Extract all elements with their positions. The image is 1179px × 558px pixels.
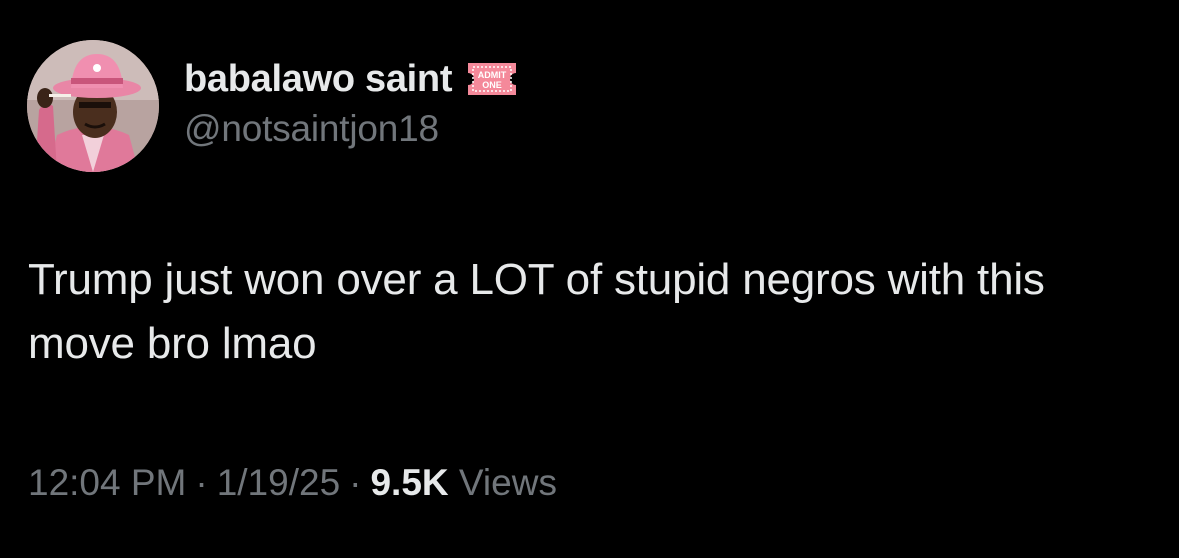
meta-separator: · <box>195 462 208 503</box>
admit-one-ticket-icon: ADMIT ONE <box>464 59 520 99</box>
tweet-meta: 12:04 PM · 1/19/25 · 9.5K Views <box>28 462 557 504</box>
views-count[interactable]: 9.5K <box>370 462 448 503</box>
meta-separator: · <box>349 462 362 503</box>
tweet-text: Trump just won over a LOT of stupid negr… <box>28 255 1045 368</box>
avatar[interactable] <box>27 40 159 172</box>
tweet-time[interactable]: 12:04 PM <box>28 462 186 503</box>
tweet-card: babalawo saint ADMIT ONE @notsaintjon18 … <box>0 0 1179 558</box>
display-name[interactable]: babalawo saint <box>184 58 453 101</box>
badge-text-line1: ADMIT <box>478 70 507 80</box>
avatar-pink-hat-icon <box>27 40 159 172</box>
author-name-row[interactable]: babalawo saint ADMIT ONE <box>184 54 520 104</box>
tweet-date[interactable]: 1/19/25 <box>217 462 340 503</box>
author-handle[interactable]: @notsaintjon18 <box>184 108 439 150</box>
badge-text-line2: ONE <box>482 80 502 90</box>
views-label: Views <box>458 462 557 503</box>
